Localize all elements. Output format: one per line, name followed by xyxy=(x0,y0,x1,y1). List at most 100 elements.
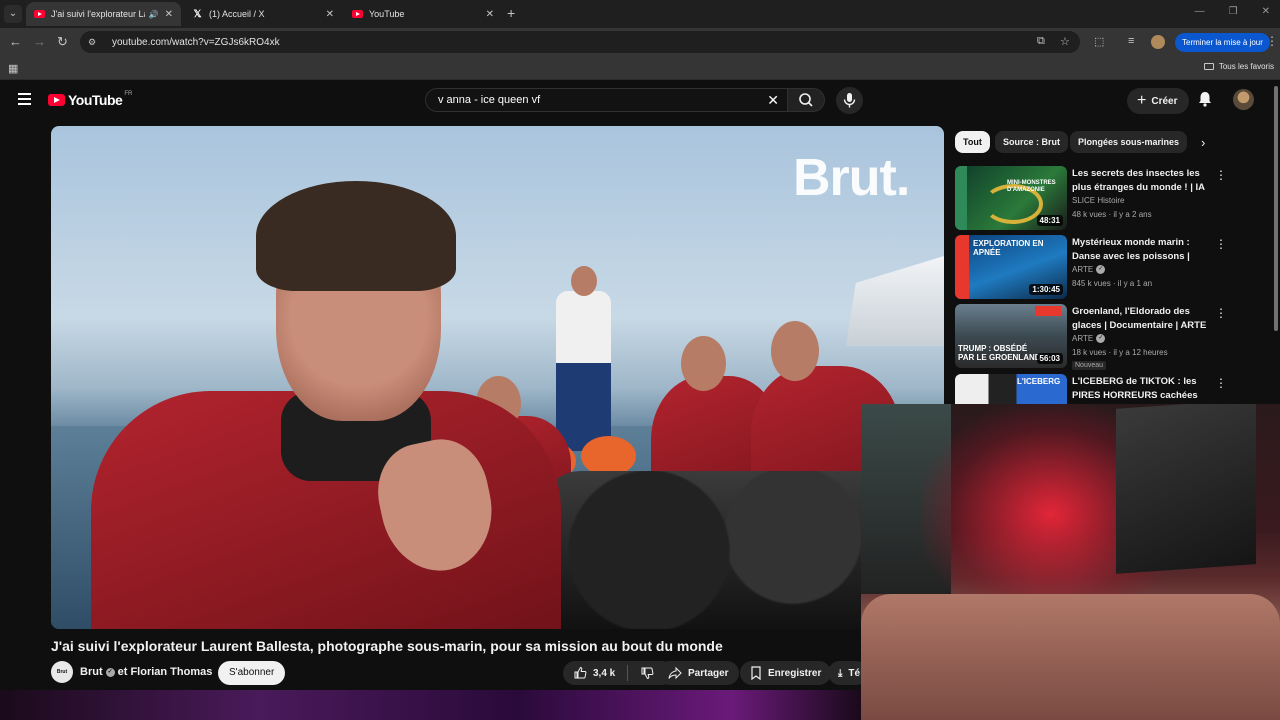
verified-check-icon: ✓ xyxy=(105,667,115,677)
close-tab-icon[interactable]: ✕ xyxy=(486,9,494,20)
like-separator xyxy=(627,665,629,681)
minimize-icon[interactable]: — xyxy=(1195,6,1205,17)
search-button[interactable] xyxy=(787,88,825,112)
download-label: Té xyxy=(848,667,861,679)
youtube-header: YouTube FR v anna - ice queen vf ✕ + Cré… xyxy=(0,80,1280,120)
recommendation-channel[interactable]: ARTE ✓ xyxy=(1072,334,1106,343)
create-button[interactable]: + Créer xyxy=(1127,88,1190,114)
thumbnail-text: MINI-MONSTRES D'AMAZONIE xyxy=(1007,180,1056,193)
browser-menu-icon[interactable]: ⋮ xyxy=(1266,34,1278,48)
chip-all[interactable]: Tout xyxy=(955,131,990,153)
verified-check-icon: ✓ xyxy=(1096,265,1106,274)
like-count[interactable]: 3,4 k xyxy=(593,668,615,679)
tab-search-chevron-icon[interactable]: ⌄ xyxy=(4,5,22,23)
video-duration: 48:31 xyxy=(1036,215,1063,226)
recommendation-channel[interactable]: ARTE ✓ xyxy=(1072,265,1106,274)
chevron-right-icon[interactable]: › xyxy=(1201,135,1205,150)
more-options-icon[interactable]: ⋮ xyxy=(1215,376,1227,390)
all-bookmarks-label: Tous les favoris xyxy=(1218,62,1274,71)
webcam-overlay xyxy=(861,404,1280,720)
more-options-icon[interactable]: ⋮ xyxy=(1215,237,1227,251)
bookmark-star-icon[interactable]: ☆ xyxy=(1060,35,1070,48)
forward-arrow-icon[interactable]: → xyxy=(33,35,46,49)
share-button[interactable]: Partager xyxy=(658,661,739,685)
maximize-icon[interactable]: ❐ xyxy=(1229,6,1238,17)
plus-icon: + xyxy=(1137,92,1147,109)
video-thumbnail[interactable]: TRUMP : OBSÉDÉ PAR LE GROENLAND 56:03 xyxy=(955,304,1067,368)
thumbs-up-icon[interactable] xyxy=(573,666,587,680)
chip-plongees[interactable]: Plongées sous-marines xyxy=(1070,131,1188,153)
close-tab-icon[interactable]: ✕ xyxy=(165,9,173,20)
url-text[interactable]: youtube.com/watch?v=ZGJs6kRO4xk xyxy=(112,37,280,48)
recommendation-title[interactable]: Les secrets des insectes les plus étrang… xyxy=(1072,167,1212,195)
create-label: Créer xyxy=(1151,95,1178,107)
back-arrow-icon[interactable]: ← xyxy=(9,35,22,49)
collab-label[interactable]: et Florian Thomas xyxy=(118,666,213,678)
thumbnail-text: TRUMP : OBSÉDÉ PAR LE GROENLAND xyxy=(958,344,1041,362)
channel-avatar[interactable]: Brut xyxy=(51,661,73,683)
search-icon xyxy=(799,93,813,107)
download-icon: ⤓ xyxy=(838,667,843,679)
video-player[interactable]: Brut. xyxy=(51,126,944,629)
recommendation-item[interactable]: L'ICEBERG L'ICEBERG de TIKTOK : les PIRE… xyxy=(955,374,1235,404)
recommendation-title[interactable]: Groenland, l'Eldorado des glaces | Docum… xyxy=(1072,305,1212,333)
cast-icon[interactable]: ⧉ xyxy=(1037,35,1045,48)
folder-icon xyxy=(1203,63,1214,70)
window-controls: — ❐ ✕ xyxy=(1195,6,1270,17)
channel-name[interactable]: Brut ✓ et Florian Thomas xyxy=(80,666,212,678)
recommendation-item[interactable]: MINI-MONSTRES D'AMAZONIE 48:31 Les secre… xyxy=(955,166,1235,230)
video-thumbnail[interactable]: EXPLORATION EN APNÉE 1:30:45 xyxy=(955,235,1067,299)
tab-youtube-video[interactable]: J'ai suivi l'explorateur Laure 🔊 ✕ xyxy=(26,2,181,26)
thumbs-down-icon[interactable] xyxy=(640,666,654,680)
microphone-icon xyxy=(843,93,856,108)
video-duration: 1:30:45 xyxy=(1029,284,1063,295)
reload-icon[interactable]: ↻ xyxy=(57,35,68,49)
more-options-icon[interactable]: ⋮ xyxy=(1215,168,1227,182)
search-input[interactable]: v anna - ice queen vf ✕ xyxy=(425,88,788,112)
apps-grid-icon[interactable]: ▦ xyxy=(8,62,18,75)
avatar[interactable] xyxy=(1233,89,1254,110)
channel-label[interactable]: SLICE Histoire xyxy=(1072,196,1124,205)
search-query[interactable]: v anna - ice queen vf xyxy=(438,94,540,106)
reading-list-icon[interactable]: ≡ xyxy=(1128,35,1134,47)
chip-source-brut[interactable]: Source : Brut xyxy=(995,131,1069,153)
video-thumbnail[interactable]: L'ICEBERG xyxy=(955,374,1067,404)
tab-x-home[interactable]: 𝕏 (1) Accueil / X ✕ xyxy=(184,2,342,26)
recommendation-item[interactable]: EXPLORATION EN APNÉE 1:30:45 Mystérieux … xyxy=(955,235,1235,299)
youtube-logo[interactable]: YouTube FR xyxy=(48,91,133,108)
new-tab-icon[interactable]: + xyxy=(507,5,515,21)
page-scrollbar[interactable] xyxy=(1274,86,1278,331)
recommendation-title[interactable]: L'ICEBERG de TIKTOK : les PIRES HORREURS… xyxy=(1072,375,1212,403)
tab-youtube[interactable]: YouTube ✕ xyxy=(344,2,502,26)
update-button[interactable]: Terminer la mise à jour xyxy=(1175,33,1270,52)
save-button[interactable]: Enregistrer xyxy=(740,661,832,685)
voice-search-button[interactable] xyxy=(836,87,863,114)
recommendation-item[interactable]: TRUMP : OBSÉDÉ PAR LE GROENLAND 56:03 Gr… xyxy=(955,304,1235,370)
youtube-wordmark: YouTube xyxy=(68,92,123,108)
hamburger-menu-icon[interactable] xyxy=(18,93,31,108)
notifications-bell-icon[interactable] xyxy=(1196,90,1214,108)
extensions-icon[interactable]: ⬚ xyxy=(1094,35,1104,48)
address-bar[interactable]: ⚙ youtube.com/watch?v=ZGJs6kRO4xk ⧉ ☆ xyxy=(80,31,1080,53)
country-code: FR xyxy=(124,91,133,97)
all-bookmarks[interactable]: Tous les favoris xyxy=(1203,62,1274,71)
subscribe-button[interactable]: S'abonner xyxy=(218,661,286,685)
channel-label[interactable]: ARTE xyxy=(1072,265,1093,274)
youtube-favicon-icon xyxy=(352,10,363,18)
site-info-icon[interactable]: ⚙ xyxy=(88,37,102,47)
video-frame-main-diver xyxy=(81,161,561,629)
channel-label[interactable]: ARTE xyxy=(1072,334,1093,343)
recommendation-title[interactable]: Mystérieux monde marin : Danse avec les … xyxy=(1072,236,1212,264)
recommendation-meta: 48 k vues · il y a 2 ans xyxy=(1072,210,1152,219)
close-window-icon[interactable]: ✕ xyxy=(1262,6,1270,17)
channel-label[interactable]: Brut xyxy=(80,666,103,678)
profile-avatar[interactable] xyxy=(1151,35,1165,49)
video-thumbnail[interactable]: MINI-MONSTRES D'AMAZONIE 48:31 xyxy=(955,166,1067,230)
video-frame-ship xyxy=(846,256,944,346)
speaker-icon[interactable]: 🔊 xyxy=(149,10,159,19)
more-options-icon[interactable]: ⋮ xyxy=(1215,306,1227,320)
clear-search-icon[interactable]: ✕ xyxy=(767,92,779,109)
video-frame-head xyxy=(681,336,726,391)
close-tab-icon[interactable]: ✕ xyxy=(326,9,334,20)
recommendation-channel[interactable]: SLICE Histoire xyxy=(1072,196,1124,205)
